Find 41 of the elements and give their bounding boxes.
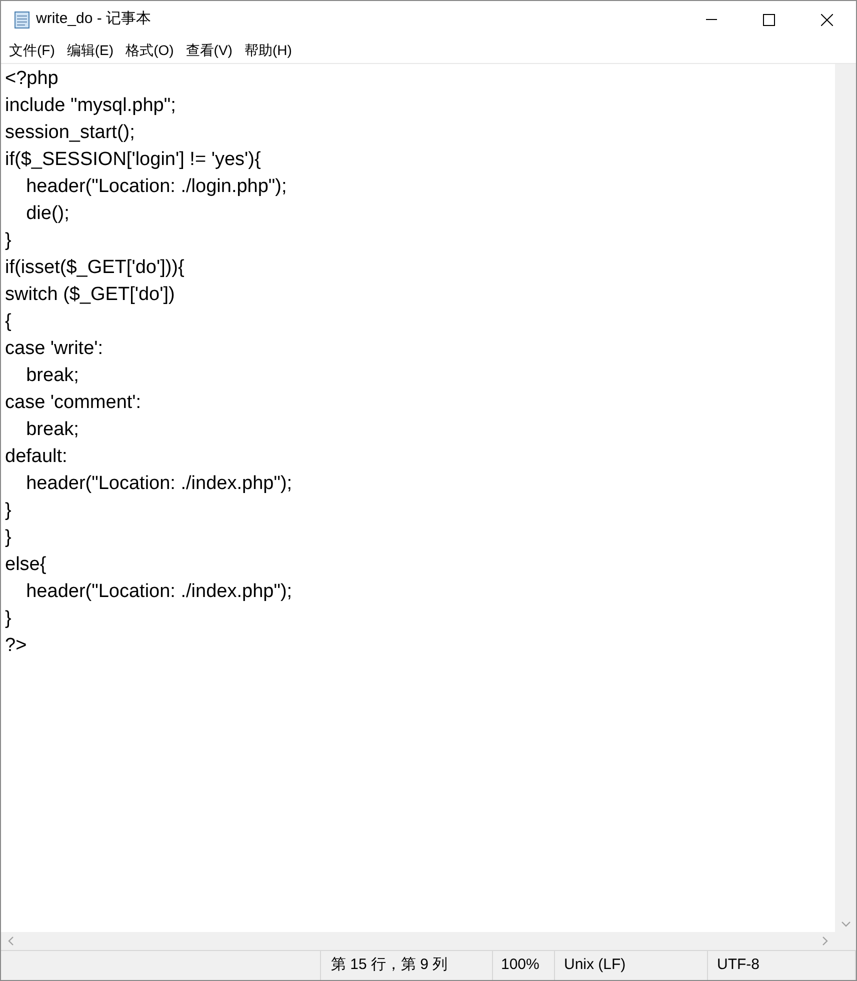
code-line: case 'write': [5, 337, 104, 361]
scroll-down-icon[interactable] [840, 920, 850, 928]
code-line: { [5, 310, 12, 334]
code-line: } [5, 607, 12, 631]
vertical-scrollbar[interactable] [835, 64, 856, 932]
code-line: header("Location: ./index.php"); [25, 472, 292, 496]
code-line: header("Location: ./login.php"); [25, 175, 287, 199]
code-line: default: [5, 445, 68, 469]
code-line: else{ [5, 553, 46, 577]
code-line: break; [25, 418, 79, 442]
code-line: } [5, 499, 12, 523]
window-title: write_do - 记事本 [36, 9, 152, 30]
status-text: Unix (LF) [564, 955, 626, 976]
code-line: <?php [5, 67, 58, 91]
status-text: 第 15 行，第 9 列 [331, 955, 448, 976]
code-line: if(isset($_GET['do'])){ [5, 256, 184, 280]
code-line: header("Location: ./index.php"); [25, 580, 292, 604]
code-line: die(); [25, 202, 70, 226]
close-icon [821, 14, 833, 26]
menu-item[interactable]: 格式(O) [120, 40, 180, 61]
code-line: include "mysql.php"; [5, 94, 176, 118]
maximize-icon [763, 14, 775, 26]
code-line: break; [25, 364, 79, 388]
scroll-right-icon[interactable] [821, 936, 829, 946]
minimize-icon [706, 19, 716, 20]
code-line: ?> [5, 634, 27, 658]
status-text: UTF-8 [717, 955, 760, 976]
notepad-icon [12, 10, 32, 30]
code-line: } [5, 229, 12, 253]
menu-item[interactable]: 查看(V) [180, 40, 238, 61]
code-line: case 'comment': [5, 391, 142, 415]
code-line: session_start(); [5, 121, 135, 145]
horizontal-scrollbar[interactable] [1, 932, 835, 950]
status-text: 100% [501, 955, 540, 976]
menu-item[interactable]: 文件(F) [3, 40, 61, 61]
code-line: switch ($_GET['do']) [5, 283, 175, 307]
code-line: if($_SESSION['login'] != 'yes'){ [5, 148, 261, 172]
menu-item[interactable]: 编辑(E) [60, 40, 120, 61]
menu-item[interactable]: 帮助(H) [238, 40, 298, 61]
code-line: } [5, 526, 12, 550]
scroll-left-icon[interactable] [7, 936, 15, 946]
